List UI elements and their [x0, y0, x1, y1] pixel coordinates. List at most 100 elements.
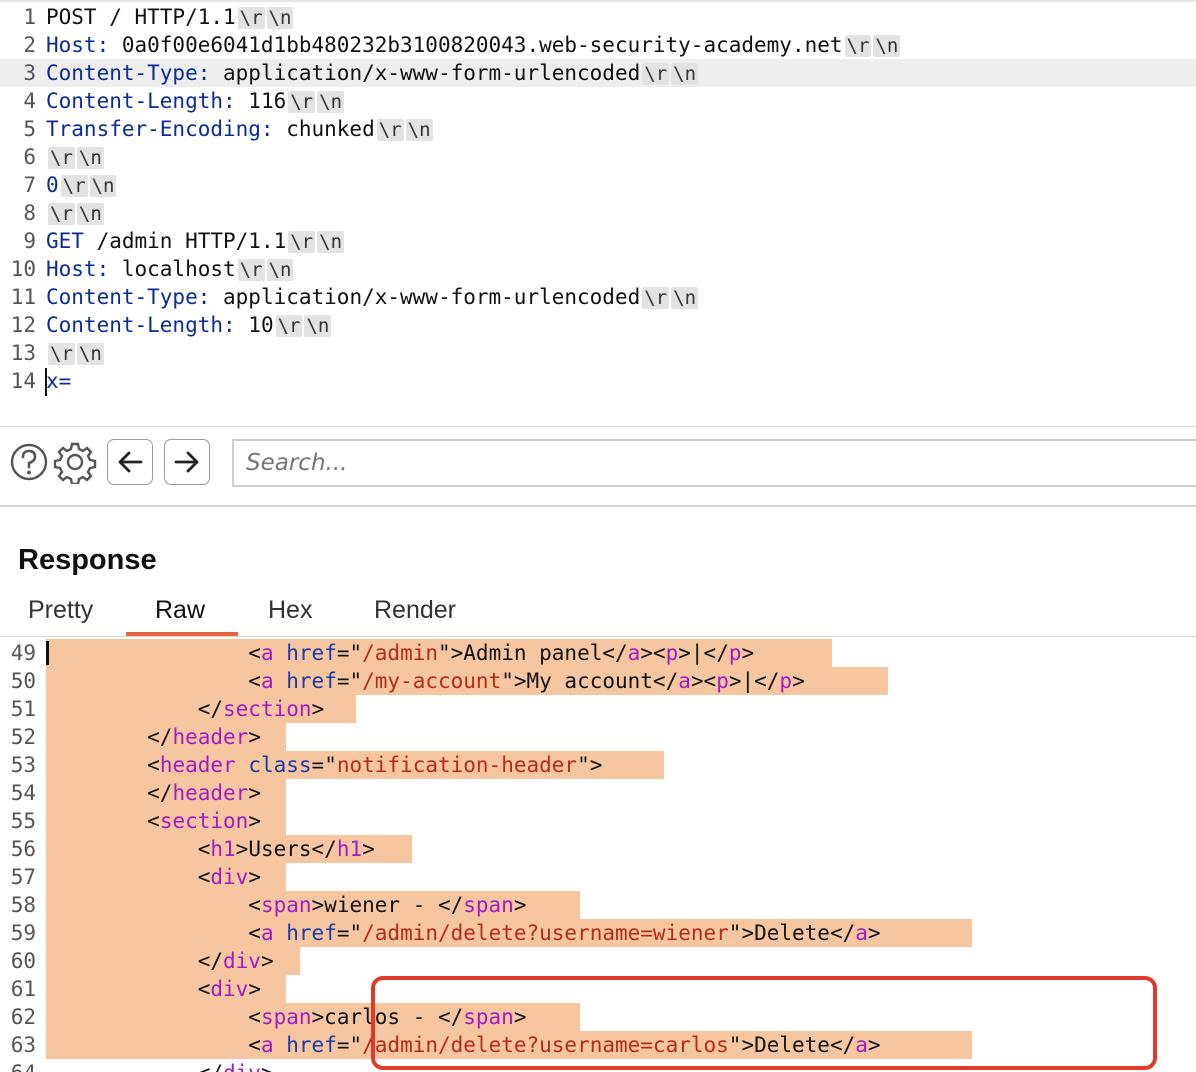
crlf-marker: \n	[266, 259, 294, 281]
help-circle-icon[interactable]	[9, 440, 49, 488]
html-attribute-value: notification-header	[336, 753, 578, 777]
response-line: 60 </div>	[0, 947, 1196, 975]
html-text: <	[197, 837, 211, 861]
line-number: 2	[23, 33, 36, 57]
response-line-text: <span>wiener - </span>	[46, 891, 526, 919]
forward-button[interactable]	[164, 439, 210, 485]
html-text: <	[248, 1033, 261, 1057]
request-line-text: Content-Type: application/x-www-form-url…	[46, 59, 699, 87]
search-toolbar	[0, 426, 1196, 507]
request-line-text: \r \n	[46, 199, 104, 227]
request-line: 2 Host: 0a0f00e6041d1bb480232b3100820043.…	[0, 31, 1196, 59]
html-text: </	[197, 949, 224, 973]
html-text: ">Admin panel</	[438, 641, 628, 665]
gear-icon[interactable]	[53, 440, 97, 488]
html-text: ><	[690, 669, 717, 693]
header-value: chunked	[273, 117, 375, 141]
html-tag: div	[223, 949, 261, 973]
html-text: ="	[336, 669, 363, 693]
line-number: 51	[10, 697, 36, 721]
html-text: </	[198, 1061, 223, 1072]
crlf-marker: \n	[317, 231, 345, 253]
response-line-text: </header>	[46, 779, 261, 807]
html-tag: div	[210, 977, 249, 1001]
crlf-marker: \n	[873, 35, 901, 57]
html-text: >	[248, 725, 261, 749]
html-tag: a	[678, 669, 691, 693]
response-line-text: </section>	[46, 695, 324, 723]
html-attribute: class	[248, 753, 312, 777]
request-line-text: Content-Length: 116 \r \n	[46, 87, 345, 115]
tab-hex[interactable]: Hex	[268, 596, 312, 625]
line-number: 49	[10, 641, 36, 665]
html-tag: h1	[336, 837, 363, 861]
line-number: 14	[10, 369, 36, 393]
html-text: ">Delete</	[728, 921, 856, 945]
html-text: >	[867, 921, 881, 945]
request-line-text: Host: 0a0f00e6041d1bb480232b3100820043.w…	[46, 31, 901, 59]
crlf-marker: \r	[60, 175, 88, 197]
html-text	[274, 921, 287, 945]
crlf-marker: \n	[671, 63, 699, 85]
html-attribute: href	[286, 669, 337, 693]
header-name: Host:	[46, 33, 110, 57]
html-text: >	[248, 977, 261, 1001]
html-text: >	[792, 669, 805, 693]
html-tag: a	[260, 921, 274, 945]
request-editor[interactable]: 1 POST / HTTP/1.1 \r \n 2 Host: 0a0f00e6041d1…	[0, 0, 1196, 422]
response-line-text: <a href="/my-account">My account</a><p>|…	[46, 667, 805, 695]
html-tag: p	[728, 641, 742, 665]
html-tag: span	[260, 893, 312, 917]
html-tag: section	[159, 809, 249, 833]
html-text	[236, 753, 249, 777]
response-line: 49 <a href="/admin">Admin panel</a><p>|<…	[0, 639, 1196, 667]
line-number: 7	[23, 173, 36, 197]
response-title: Response	[18, 544, 157, 576]
html-text: <	[248, 1005, 261, 1029]
html-tag: p	[665, 641, 679, 665]
search-input[interactable]	[232, 439, 1196, 487]
crlf-marker: \r	[237, 7, 265, 29]
response-line-text: <header class="notification-header">	[46, 751, 602, 779]
line-number: 3	[23, 61, 36, 85]
html-text	[274, 1033, 287, 1057]
line-number: 52	[10, 725, 36, 749]
arrow-right-icon	[174, 451, 199, 473]
header-value: 10	[235, 313, 274, 337]
html-text: <	[248, 669, 261, 693]
crlf-marker: \r	[642, 287, 670, 309]
response-line: 58 <span>wiener - </span>	[0, 891, 1196, 919]
header-name: Content-Type:	[46, 61, 211, 85]
request-line-text: Content-Type: application/x-www-form-url…	[46, 283, 699, 311]
tab-pretty[interactable]: Pretty	[28, 596, 93, 625]
line-number: 50	[10, 669, 36, 693]
line-number: 1	[23, 5, 36, 29]
response-line-text: <a href="/admin">Admin panel</a><p>|</p>	[46, 639, 754, 667]
request-line: 5 Transfer-Encoding: chunked \r \n	[0, 115, 1196, 143]
request-line: 12 Content-Length: 10 \r \n	[0, 311, 1196, 339]
line-number: 4	[23, 89, 36, 113]
html-text: >	[362, 837, 375, 861]
request-line: 11 Content-Type: application/x-www-form-u…	[0, 283, 1196, 311]
html-text: ="	[336, 921, 363, 945]
html-tag: header	[172, 725, 249, 749]
html-text	[274, 669, 287, 693]
response-line: 51 </section>	[0, 695, 1196, 723]
line-number: 53	[10, 753, 36, 777]
crlf-marker: \r	[48, 147, 75, 169]
response-line-text: <a href="/admin/delete?username=wiener">…	[46, 919, 881, 947]
back-button[interactable]	[107, 439, 153, 485]
request-line: 3 Content-Type: application/x-www-form-ur…	[0, 59, 1196, 87]
annotation-highlight-box	[371, 976, 1157, 1070]
line-number: 55	[10, 809, 36, 833]
tab-render[interactable]: Render	[374, 596, 456, 625]
html-tag: p	[716, 669, 729, 693]
crlf-marker: \n	[405, 119, 433, 141]
request-line: 1 POST / HTTP/1.1 \r \n	[0, 3, 1196, 31]
html-text: ">My account</	[501, 669, 679, 693]
header-value: /admin HTTP/1.1	[83, 229, 287, 253]
request-line: 10 Host: localhost \r \n	[0, 255, 1196, 283]
html-text: >	[261, 1061, 274, 1072]
html-tag: span	[260, 1005, 312, 1029]
tab-raw[interactable]: Raw	[155, 596, 205, 625]
